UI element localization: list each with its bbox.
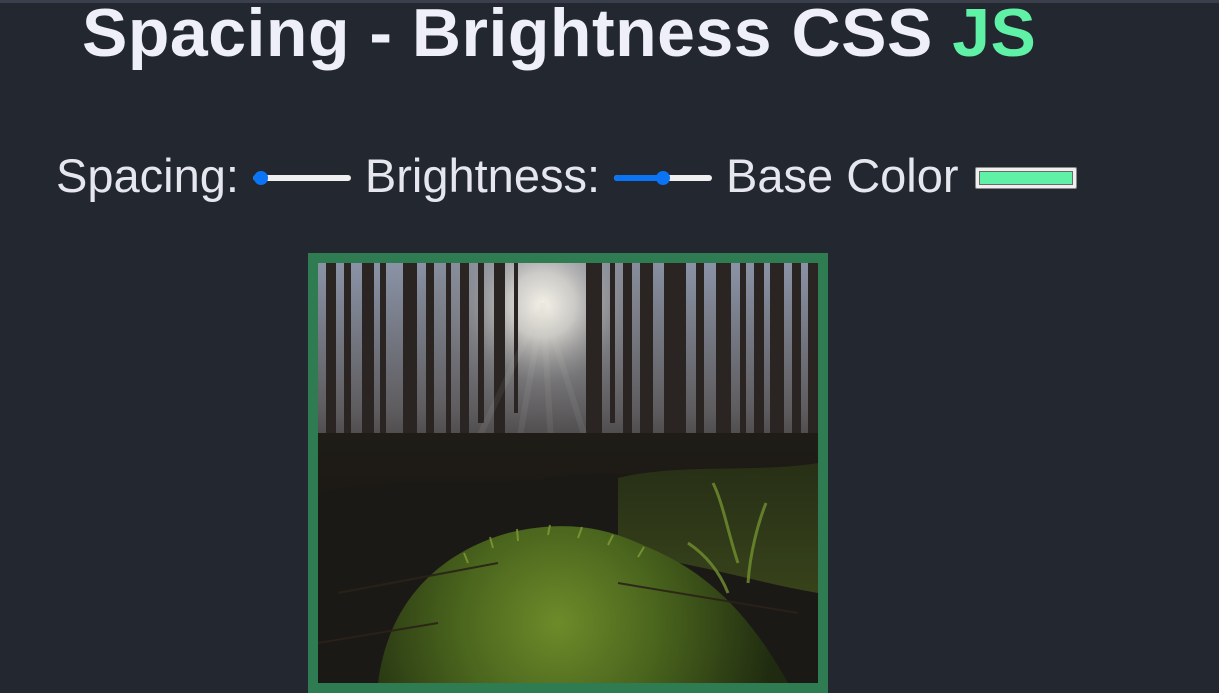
controls-bar: Spacing: Brightness: Base Color [56,145,1077,205]
brightness-slider[interactable] [614,168,713,188]
forest-photo [318,263,818,683]
brightness-slider-thumb[interactable] [656,171,671,185]
spacing-slider-thumb[interactable] [253,171,268,185]
page-title: Spacing - Brightness CSS JS [82,0,1036,72]
base-color-input[interactable] [974,167,1077,189]
base-color-swatch [978,171,1073,185]
page-title-text: Spacing - Brightness CSS [82,0,953,71]
page-title-highlight: JS [952,0,1037,71]
image-frame [308,253,828,693]
spacing-label: Spacing: [56,148,239,202]
spacing-slider[interactable] [252,168,351,188]
base-color-label: Base Color [726,148,959,202]
brightness-label: Brightness: [364,148,601,202]
